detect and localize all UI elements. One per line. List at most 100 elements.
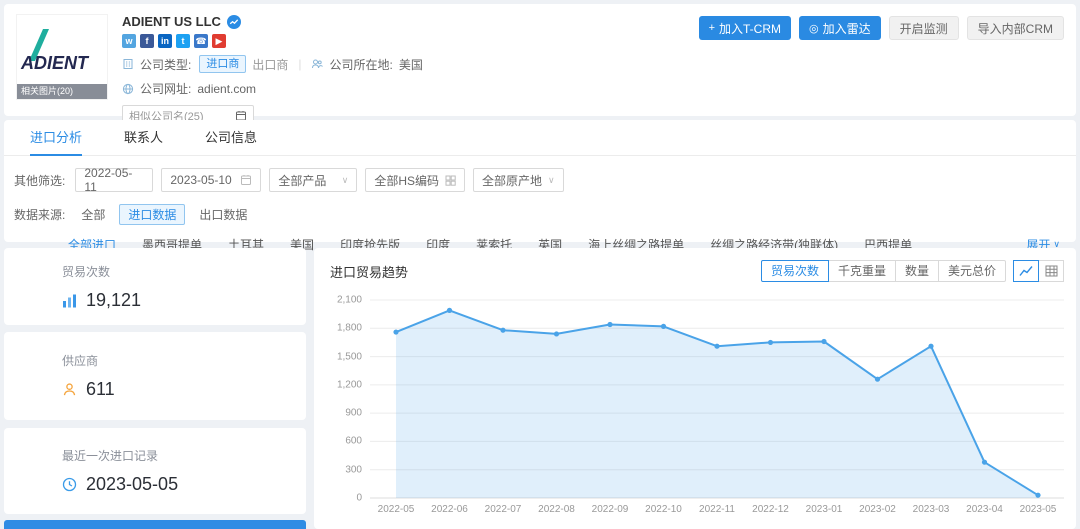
add-tcrm-button[interactable]: + 加入T-CRM — [699, 16, 791, 40]
metric-toggle[interactable]: 美元总价 — [938, 260, 1006, 282]
add-radar-button[interactable]: ◎ 加入雷达 — [799, 16, 881, 40]
tab-bar: 进口分析 联系人 公司信息 — [4, 120, 1076, 156]
weibo-icon[interactable]: w — [122, 34, 136, 48]
metric-toggle[interactable]: 数量 — [895, 260, 939, 282]
left-panel-next-card[interactable] — [4, 520, 306, 529]
phone-icon[interactable]: ☎ — [194, 34, 208, 48]
supplier-label: 供应商 — [62, 352, 306, 369]
product-select-value: 全部产品 — [278, 172, 326, 189]
import-trend-card: 进口贸易趋势 贸易次数千克重量数量美元总价 0 300 600 900 1,200 1,5… — [314, 248, 1076, 529]
line-chart-icon[interactable] — [1013, 260, 1039, 282]
x-tick-label: 2022-10 — [645, 504, 682, 515]
tab-import-analysis[interactable]: 进口分析 — [30, 120, 82, 155]
start-monitor-button[interactable]: 开启监测 — [889, 16, 959, 40]
y-tick-label: 0 — [356, 493, 362, 504]
hs-picker-icon — [445, 175, 456, 186]
radar-icon: ◎ — [809, 22, 819, 35]
bar-chart-icon — [62, 293, 77, 308]
linkedin-icon[interactable]: in — [158, 34, 172, 48]
related-images-label[interactable]: 相关图片(20) — [17, 84, 107, 99]
website-link[interactable]: adient.com — [197, 82, 256, 96]
trade-count-label: 贸易次数 — [62, 263, 306, 280]
company-logo[interactable]: ADIENT 相关图片(20) — [16, 14, 108, 100]
exporter-tag[interactable]: 出口商 — [252, 56, 288, 73]
end-date-input[interactable]: 2023-05-10 — [161, 168, 261, 192]
chart-title: 进口贸易趋势 — [330, 262, 408, 281]
company-header: ADIENT 相关图片(20) ADIENT US LLC w f in t ☎… — [4, 4, 1076, 116]
y-tick-label: 1,200 — [337, 379, 362, 390]
y-tick-label: 1,500 — [337, 351, 362, 362]
metric-toggle-group: 贸易次数千克重量数量美元总价 — [761, 260, 1006, 282]
trend-plot[interactable] — [370, 300, 1064, 498]
x-tick-label: 2022-11 — [699, 504, 735, 515]
y-axis: 03006009001,2001,5001,8002,100 — [324, 300, 362, 498]
location-value: 美国 — [399, 56, 423, 73]
tab-contacts[interactable]: 联系人 — [124, 120, 163, 155]
filter-row: 其他筛选: 2022-05-11 2023-05-10 全部产品 ∨ 全部HS编… — [14, 168, 1076, 192]
x-tick-label: 2023-02 — [859, 504, 896, 515]
x-tick-label: 2022-12 — [752, 504, 789, 515]
import-crm-label: 导入内部CRM — [978, 20, 1053, 37]
y-tick-label: 600 — [345, 436, 362, 447]
x-tick-label: 2023-04 — [966, 504, 1003, 515]
product-select[interactable]: 全部产品 ∨ — [269, 168, 357, 192]
add-tcrm-label: 加入T-CRM — [719, 20, 781, 37]
location-icon — [311, 58, 323, 70]
chevron-down-icon: ∨ — [548, 175, 555, 186]
monitor-badge-icon[interactable] — [227, 15, 241, 29]
supplier-value: 611 — [86, 379, 115, 400]
origin-select-value: 全部原产地 — [482, 172, 542, 189]
source-all[interactable]: 全部 — [81, 206, 105, 223]
data-source-label: 数据来源: — [14, 206, 65, 223]
twitter-icon[interactable]: t — [176, 34, 190, 48]
x-tick-label: 2023-05 — [1020, 504, 1057, 515]
hs-code-value: 全部HS编码 — [374, 172, 439, 189]
social-links: w f in t ☎ ▶ — [122, 34, 423, 48]
add-radar-label: 加入雷达 — [823, 20, 871, 37]
hs-code-input[interactable]: 全部HS编码 — [365, 168, 465, 192]
calendar-icon — [240, 174, 252, 186]
source-export-data[interactable]: 出口数据 — [199, 206, 247, 223]
chart-type-group — [1014, 260, 1064, 282]
globe-icon — [122, 83, 134, 95]
company-type-icon — [122, 58, 134, 70]
adient-logo-image: ADIENT — [19, 25, 105, 73]
data-source-row: 数据来源: 全部 进口数据 出口数据 — [14, 204, 1076, 225]
y-tick-label: 2,100 — [337, 295, 362, 306]
company-info: ADIENT US LLC w f in t ☎ ▶ 公司类型: 进口商 出口商… — [122, 14, 423, 127]
svg-text:ADIENT: ADIENT — [20, 53, 90, 73]
x-tick-label: 2022-05 — [378, 504, 415, 515]
location-label: 公司所在地: — [329, 56, 392, 73]
supplier-card: 供应商 611 — [4, 332, 306, 420]
tab-company-info[interactable]: 公司信息 — [205, 120, 257, 155]
y-tick-label: 900 — [345, 408, 362, 419]
company-name: ADIENT US LLC — [122, 14, 221, 29]
x-tick-label: 2022-06 — [431, 504, 468, 515]
start-monitor-label: 开启监测 — [900, 20, 948, 37]
last-import-label: 最近一次进口记录 — [62, 447, 306, 464]
start-date-input[interactable]: 2022-05-11 — [75, 168, 153, 192]
y-tick-label: 300 — [345, 464, 362, 475]
start-date-value: 2022-05-11 — [84, 166, 144, 194]
x-tick-label: 2023-03 — [913, 504, 950, 515]
chevron-down-icon: ∨ — [342, 175, 349, 186]
header-actions: + 加入T-CRM ◎ 加入雷达 开启监测 导入内部CRM — [699, 16, 1064, 40]
source-import-data[interactable]: 进口数据 — [119, 204, 185, 225]
y-tick-label: 1,800 — [337, 323, 362, 334]
x-axis: 2022-052022-062022-072022-082022-092022-… — [370, 504, 1064, 518]
table-view-icon[interactable] — [1038, 260, 1064, 282]
origin-select[interactable]: 全部原产地 ∨ — [473, 168, 564, 192]
x-tick-label: 2022-09 — [592, 504, 629, 515]
analysis-panel: 进口分析 联系人 公司信息 其他筛选: 2022-05-11 2023-05-1… — [4, 120, 1076, 242]
metric-toggle[interactable]: 贸易次数 — [761, 260, 829, 282]
import-crm-button[interactable]: 导入内部CRM — [967, 16, 1064, 40]
last-import-value: 2023-05-05 — [86, 474, 178, 495]
x-tick-label: 2022-07 — [485, 504, 522, 515]
metric-toggle[interactable]: 千克重量 — [828, 260, 896, 282]
company-type-label: 公司类型: — [140, 56, 191, 73]
youtube-icon[interactable]: ▶ — [212, 34, 226, 48]
trade-count-card: 贸易次数 19,121 — [4, 248, 306, 325]
facebook-icon[interactable]: f — [140, 34, 154, 48]
importer-tag[interactable]: 进口商 — [199, 55, 246, 73]
meta-divider: | — [298, 57, 301, 71]
